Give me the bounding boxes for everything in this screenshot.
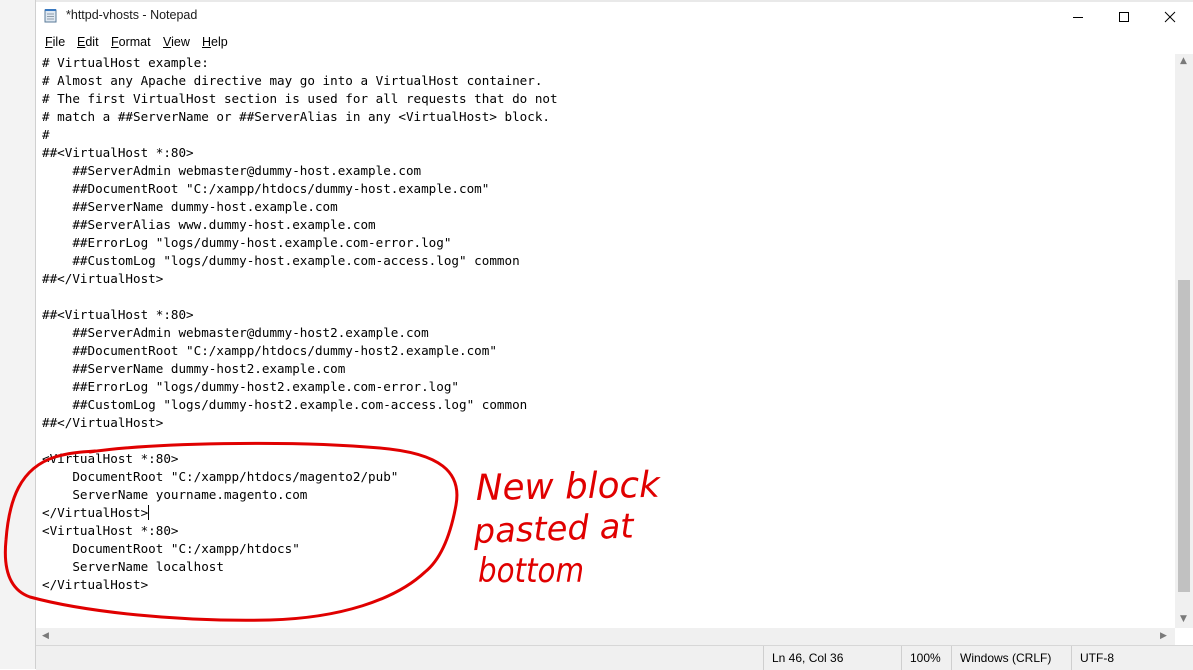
menu-format-mnemonic: F xyxy=(111,35,119,49)
editor-line[interactable]: ##DocumentRoot "C:/xampp/htdocs/dummy-ho… xyxy=(42,342,558,360)
minimize-button[interactable] xyxy=(1055,2,1101,32)
editor-line[interactable]: <VirtualHost *:80> xyxy=(42,522,558,540)
editor-line[interactable]: ##<VirtualHost *:80> xyxy=(42,306,558,324)
menu-view-mnemonic: V xyxy=(163,35,172,49)
editor-line[interactable]: ##<VirtualHost *:80> xyxy=(42,144,558,162)
menu-file-label: ile xyxy=(52,35,66,49)
editor-line[interactable]: </VirtualHost> xyxy=(42,576,558,594)
status-line-endings: Windows (CRLF) xyxy=(951,646,1071,670)
editor-line[interactable]: ##ServerName dummy-host2.example.com xyxy=(42,360,558,378)
editor-line[interactable]: ##ErrorLog "logs/dummy-host.example.com-… xyxy=(42,234,558,252)
editor-line[interactable]: DocumentRoot "C:/xampp/htdocs" xyxy=(42,540,558,558)
title-bar[interactable]: *httpd-vhosts - Notepad xyxy=(36,2,1193,30)
editor-line[interactable]: ##</VirtualHost> xyxy=(42,270,558,288)
menu-edit[interactable]: Edit xyxy=(77,35,99,49)
editor-line[interactable]: ##CustomLog "logs/dummy-host2.example.co… xyxy=(42,396,558,414)
maximize-button[interactable] xyxy=(1101,2,1147,32)
editor-line[interactable]: ServerName yourname.magento.com xyxy=(42,486,558,504)
editor-line[interactable]: ##</VirtualHost> xyxy=(42,414,558,432)
scroll-down-icon[interactable]: ▼ xyxy=(1180,614,1187,624)
status-position: Ln 46, Col 36 xyxy=(763,646,901,670)
menu-format[interactable]: Format xyxy=(111,35,151,49)
status-bar: Ln 46, Col 36 100% Windows (CRLF) UTF-8 xyxy=(36,645,1193,670)
notepad-icon xyxy=(44,9,57,23)
editor-line[interactable]: ##ServerAdmin webmaster@dummy-host2.exam… xyxy=(42,324,558,342)
editor-line[interactable] xyxy=(42,432,558,450)
editor-line[interactable]: ##DocumentRoot "C:/xampp/htdocs/dummy-ho… xyxy=(42,180,558,198)
editor-line[interactable]: # VirtualHost example: xyxy=(42,54,558,72)
text-editor[interactable]: # VirtualHost example: # Almost any Apach… xyxy=(36,54,1173,628)
menu-help-label: elp xyxy=(211,35,228,49)
editor-line[interactable]: ##ServerAlias www.dummy-host.example.com xyxy=(42,216,558,234)
notepad-window: *httpd-vhosts - Notepad File Edit Format… xyxy=(36,2,1193,670)
text-caret xyxy=(148,505,150,520)
scroll-left-icon[interactable]: ◀ xyxy=(42,631,49,641)
menu-format-label: ormat xyxy=(118,35,151,49)
horizontal-scrollbar[interactable]: ◀ ▶ xyxy=(36,628,1175,645)
editor-line[interactable]: # Almost any Apache directive may go int… xyxy=(42,72,558,90)
window-title: *httpd-vhosts - Notepad xyxy=(66,8,198,22)
editor-line[interactable]: # xyxy=(42,126,558,144)
menu-file-mnemonic: F xyxy=(45,35,53,49)
vertical-scroll-thumb[interactable] xyxy=(1178,280,1190,592)
menu-edit-label: dit xyxy=(85,35,99,49)
editor-line[interactable]: # The first VirtualHost section is used … xyxy=(42,90,558,108)
status-zoom: 100% xyxy=(901,646,951,670)
scroll-up-icon[interactable]: ▲ xyxy=(1180,56,1187,66)
editor-content[interactable]: # VirtualHost example: # Almost any Apach… xyxy=(42,54,558,594)
editor-line[interactable]: ##ServerName dummy-host.example.com xyxy=(42,198,558,216)
menu-help[interactable]: Help xyxy=(202,35,228,49)
editor-line[interactable]: ##CustomLog "logs/dummy-host.example.com… xyxy=(42,252,558,270)
close-button[interactable] xyxy=(1147,2,1193,32)
minimize-icon xyxy=(1073,17,1083,18)
background-window-strip xyxy=(0,0,36,669)
editor-line[interactable]: </VirtualHost> xyxy=(42,504,558,522)
editor-line[interactable]: ServerName localhost xyxy=(42,558,558,576)
scroll-right-icon[interactable]: ▶ xyxy=(1160,631,1167,641)
maximize-icon xyxy=(1119,12,1129,22)
menu-bar: File Edit Format View Help xyxy=(36,32,1193,53)
menu-help-mnemonic: H xyxy=(202,35,212,49)
status-encoding: UTF-8 xyxy=(1071,646,1193,670)
menu-file[interactable]: File xyxy=(45,35,65,49)
menu-view-label: iew xyxy=(171,35,190,49)
close-icon xyxy=(1164,11,1176,23)
menu-view[interactable]: View xyxy=(163,35,190,49)
editor-line[interactable]: # match a ##ServerName or ##ServerAlias … xyxy=(42,108,558,126)
editor-line[interactable]: ##ServerAdmin webmaster@dummy-host.examp… xyxy=(42,162,558,180)
editor-line[interactable] xyxy=(42,288,558,306)
editor-line[interactable]: DocumentRoot "C:/xampp/htdocs/magento2/p… xyxy=(42,468,558,486)
editor-line[interactable]: ##ErrorLog "logs/dummy-host2.example.com… xyxy=(42,378,558,396)
editor-line[interactable]: <VirtualHost *:80> xyxy=(42,450,558,468)
